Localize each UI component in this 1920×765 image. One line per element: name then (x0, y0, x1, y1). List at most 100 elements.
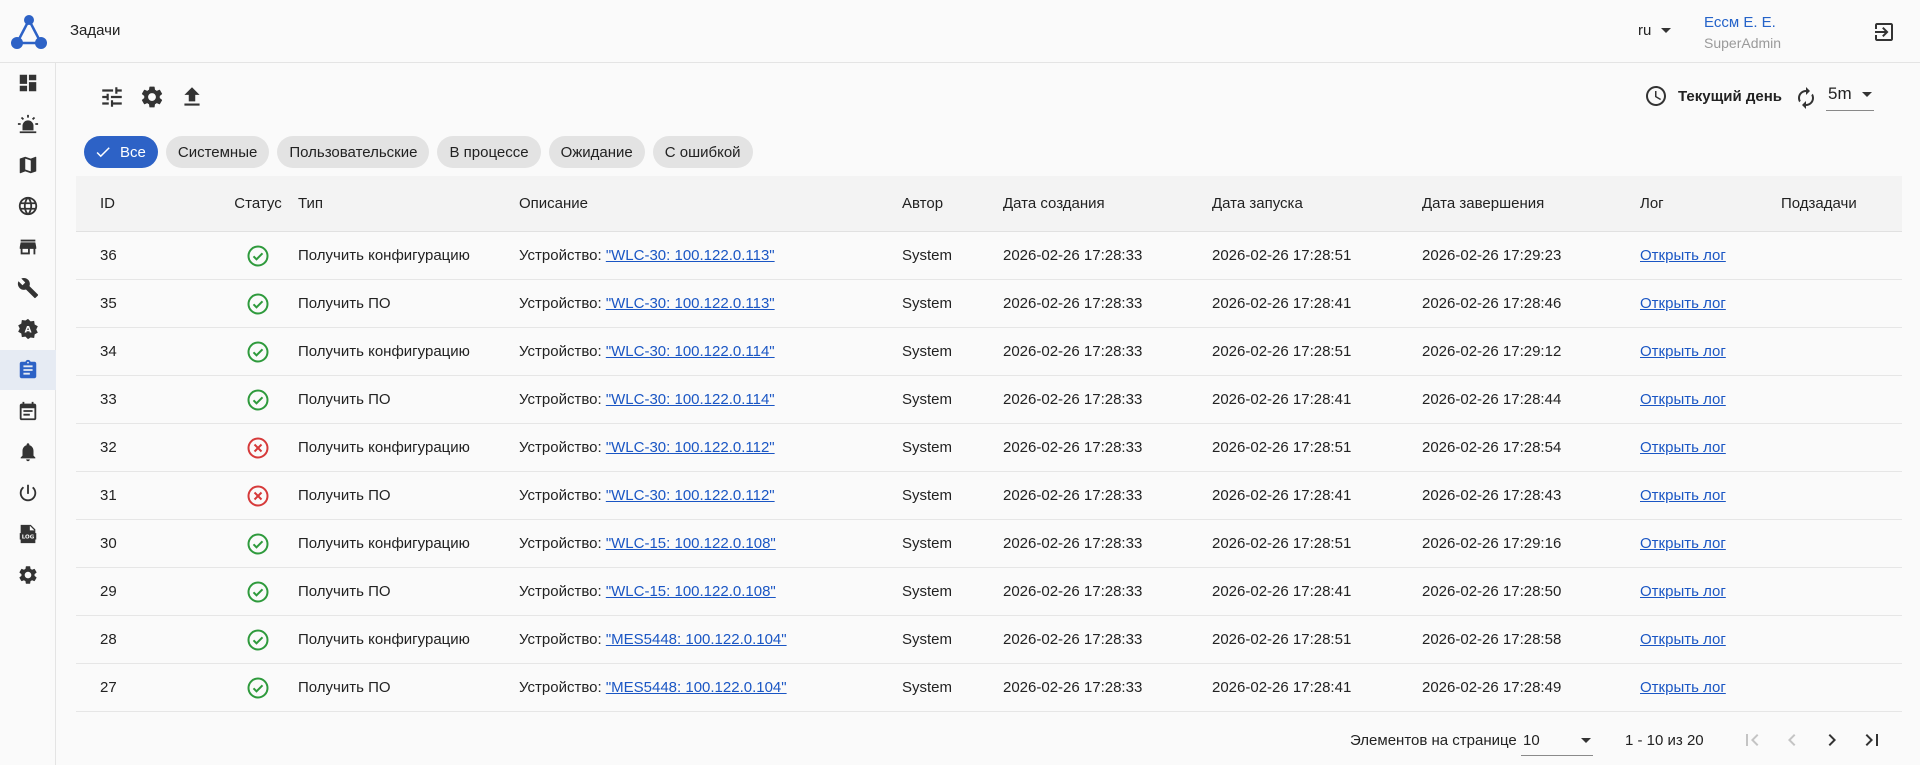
cell-finished: 2026-02-26 17:28:49 (1422, 679, 1562, 696)
column-header-created[interactable]: Дата создания (1003, 176, 1105, 231)
app-header: Задачи ru Ессм Е. Е. SuperAdmin (0, 0, 1920, 63)
sidebar-item-notifications[interactable] (0, 432, 56, 472)
table-row[interactable]: 34 Получить конфигурацию Устройство: "WLC-… (76, 328, 1902, 376)
page-size-select[interactable]: 10 (1521, 726, 1593, 756)
cell-type: Получить ПО (298, 487, 391, 504)
sidebar-item-network[interactable] (0, 186, 56, 226)
device-link[interactable]: "WLC-30: 100.122.0.113" (606, 247, 775, 264)
filter-chip-label: Системные (177, 143, 258, 161)
sidebar-item-logs[interactable]: LOG (0, 514, 56, 554)
device-link[interactable]: "WLC-30: 100.122.0.114" (606, 343, 775, 360)
filter-chip[interactable]: Пользовательские (277, 136, 430, 168)
open-log-link[interactable]: Открыть лог (1640, 487, 1726, 504)
column-header-id[interactable]: ID (100, 176, 115, 231)
app-logo-icon[interactable] (10, 14, 48, 50)
open-log-link[interactable]: Открыть лог (1640, 391, 1726, 408)
cell-status (206, 664, 310, 711)
logout-icon[interactable] (1872, 20, 1896, 44)
language-select[interactable]: ru (1638, 22, 1672, 39)
cell-created: 2026-02-26 17:28:33 (1003, 247, 1143, 264)
cell-description: Устройство: "MES5448: 100.122.0.104" (519, 616, 787, 663)
open-log-link[interactable]: Открыть лог (1640, 631, 1726, 648)
table-row[interactable]: 33 Получить ПО Устройство: "WLC-30: 100.12… (76, 376, 1902, 424)
open-log-link[interactable]: Открыть лог (1640, 439, 1726, 456)
column-header-started[interactable]: Дата запуска (1212, 176, 1303, 231)
cell-started: 2026-02-26 17:28:41 (1212, 487, 1352, 504)
cell-id: 28 (100, 631, 117, 648)
refresh-icon[interactable] (1794, 86, 1818, 110)
sidebar-item-automation[interactable]: A (0, 309, 56, 349)
cell-author: System (902, 535, 953, 552)
column-header-type[interactable]: Тип (298, 176, 323, 231)
refresh-interval-select[interactable]: 5m (1826, 84, 1874, 111)
cell-started: 2026-02-26 17:28:41 (1212, 679, 1352, 696)
sidebar-item-power[interactable] (0, 473, 56, 513)
column-header-status[interactable]: Статус (206, 176, 310, 231)
sidebar-item-schedule[interactable] (0, 391, 56, 431)
success-check-icon (247, 581, 269, 602)
table-row[interactable]: 31 Получить ПО Устройство: "WLC-30: 100.12… (76, 472, 1902, 520)
cell-type: Получить конфигурацию (298, 535, 470, 552)
filter-chip[interactable]: В процессе (437, 136, 541, 168)
table-row[interactable]: 35 Получить ПО Устройство: "WLC-30: 100.12… (76, 280, 1902, 328)
auto-fix-icon: A (18, 318, 38, 340)
device-link[interactable]: "WLC-30: 100.122.0.114" (606, 391, 775, 408)
cell-status (206, 520, 310, 567)
device-link[interactable]: "WLC-30: 100.122.0.112" (606, 439, 775, 456)
period-selector[interactable]: Текущий день (1644, 84, 1782, 108)
sidebar-item-map[interactable] (0, 145, 56, 185)
user-role: SuperAdmin (1704, 35, 1782, 51)
sidebar-item-tools[interactable] (0, 268, 56, 308)
filter-chip[interactable]: Ожидание (548, 136, 645, 168)
sidebar-item-settings[interactable] (0, 555, 56, 595)
filter-chip[interactable]: Системные (165, 136, 270, 168)
table-row[interactable]: 29 Получить ПО Устройство: "WLC-15: 100.12… (76, 568, 1902, 616)
success-check-icon (247, 677, 269, 698)
table-row[interactable]: 36 Получить конфигурацию Устройство: "WLC-… (76, 232, 1902, 280)
next-page-button[interactable] (1820, 728, 1844, 752)
upload-icon[interactable] (179, 84, 205, 110)
open-log-link[interactable]: Открыть лог (1640, 343, 1726, 360)
filter-chip[interactable]: Все (84, 136, 158, 168)
cell-description: Устройство: "WLC-30: 100.122.0.112" (519, 472, 775, 519)
column-header-finished[interactable]: Дата завершения (1422, 176, 1544, 231)
open-log-link[interactable]: Открыть лог (1640, 535, 1726, 552)
device-link[interactable]: "WLC-15: 100.122.0.108" (606, 535, 776, 552)
filter-chip[interactable]: С ошибкой (652, 136, 753, 168)
column-header-author[interactable]: Автор (902, 176, 943, 231)
chevron-down-icon (1661, 28, 1672, 33)
sidebar-item-store[interactable] (0, 227, 56, 267)
device-link[interactable]: "WLC-30: 100.122.0.112" (606, 487, 775, 504)
period-label: Текущий день (1678, 87, 1783, 105)
device-link[interactable]: "WLC-30: 100.122.0.113" (606, 295, 775, 312)
open-log-link[interactable]: Открыть лог (1640, 295, 1726, 312)
open-log-link[interactable]: Открыть лог (1640, 583, 1726, 600)
page-range: 1 - 10 из 20 (1625, 732, 1704, 749)
table-row[interactable]: 32 Получить конфигурацию Устройство: "WLC-… (76, 424, 1902, 472)
sidebar-item-dashboard[interactable] (0, 63, 56, 103)
sidebar-item-alarms[interactable] (0, 104, 56, 144)
user-info[interactable]: Ессм Е. Е. SuperAdmin (1704, 13, 1781, 53)
cell-log: Открыть лог (1640, 568, 1726, 615)
sidebar-item-tasks[interactable] (0, 350, 56, 390)
tune-icon[interactable] (99, 84, 125, 110)
cell-log: Открыть лог (1640, 424, 1726, 471)
device-link[interactable]: "MES5448: 100.122.0.104" (606, 679, 787, 696)
column-header-description[interactable]: Описание (519, 176, 588, 231)
gear-icon[interactable] (139, 84, 165, 110)
table-row[interactable]: 28 Получить конфигурацию Устройство: "MES5… (76, 616, 1902, 664)
first-page-button[interactable] (1740, 728, 1764, 752)
open-log-link[interactable]: Открыть лог (1640, 247, 1726, 264)
table-row[interactable]: 27 Получить ПО Устройство: "MES5448: 100.1… (76, 664, 1902, 712)
table-row[interactable]: 30 Получить конфигурацию Устройство: "WLC-… (76, 520, 1902, 568)
error-cross-icon (247, 437, 269, 458)
device-link[interactable]: "WLC-15: 100.122.0.108" (606, 583, 776, 600)
cell-description: Устройство: "WLC-30: 100.122.0.113" (519, 280, 775, 327)
prev-page-button[interactable] (1780, 728, 1804, 752)
last-page-button[interactable] (1860, 728, 1884, 752)
cell-author: System (902, 583, 953, 600)
open-log-link[interactable]: Открыть лог (1640, 679, 1726, 696)
success-check-icon (247, 389, 269, 410)
device-link[interactable]: "MES5448: 100.122.0.104" (606, 631, 787, 648)
chevron-right-icon (1828, 734, 1836, 746)
